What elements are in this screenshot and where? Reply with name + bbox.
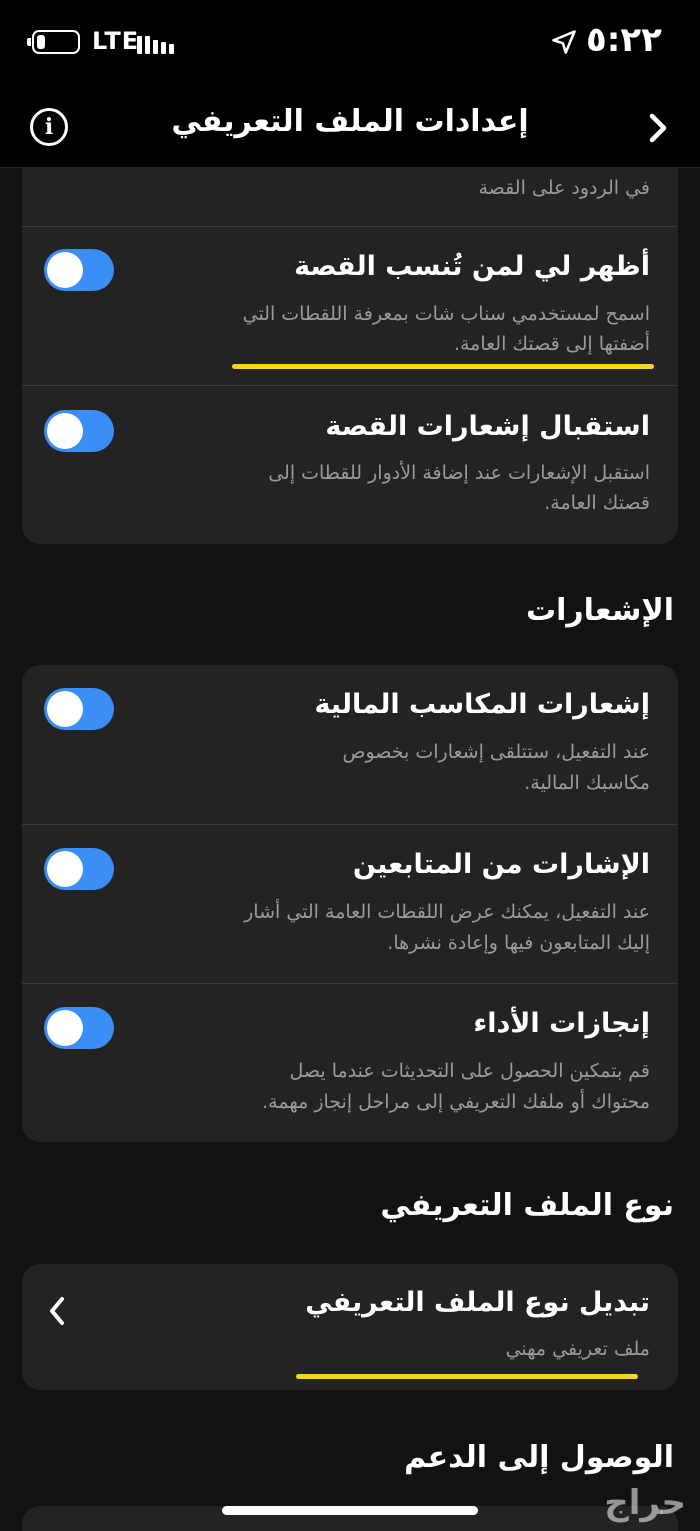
row-desc-line2: قصتك العامة. [544,492,650,514]
row-title: الإشارات من المتابعين [352,849,650,880]
financial-earnings-row: إشعارات المكاسب المالية عند التفعيل، ستت… [22,665,678,823]
story-attribution-toggle[interactable] [44,249,114,291]
row-title: استقبال إشعارات القصة [325,411,650,442]
row-desc-line2: محتواك أو ملفك التعريفي إلى مراحل إنجاز … [262,1091,650,1113]
section-header-profile-type: نوع الملف التعريفي [380,1188,674,1223]
profile-type-card[interactable]: تبديل نوع الملف التعريفي ملف تعريفي مهني [22,1264,678,1390]
row-desc-line1: اسمح لمستخدمي سناب شات بمعرفة اللقطات ال… [242,303,650,325]
status-bar: LTE ٥:٢٢ [0,0,700,88]
story-settings-card: في الردود على القصة أظهر لي لمن تُنسب ال… [22,168,678,544]
row-desc-line1: عند التفعيل، يمكنك عرض اللقطات العامة ال… [244,901,650,923]
financial-earnings-toggle[interactable] [44,688,114,730]
nav-bar: i إعدادات الملف التعريفي [0,88,700,168]
location-arrow-icon [552,30,576,54]
partial-row-desc: في الردود على القصة [478,177,651,199]
row-desc-line2: إليك المتابعون فيها وإعادة نشرها. [387,932,650,954]
settings-list[interactable]: في الردود على القصة أظهر لي لمن تُنسب ال… [0,168,700,1531]
row-desc-line1: استقبل الإشعارات عند إضافة الأدوار للقطا… [268,462,650,484]
chevron-left-icon [50,1297,64,1325]
story-attribution-row: أظهر لي لمن تُنسب القصة اسمح لمستخدمي سن… [22,227,678,385]
signal-bars-icon [137,28,177,54]
notifications-card: إشعارات المكاسب المالية عند التفعيل، ستت… [22,665,678,1142]
profile-type-value: ملف تعريفي مهني [505,1338,650,1360]
network-type: LTE [92,27,140,55]
row-title: إنجازات الأداء [473,1008,650,1039]
home-indicator[interactable] [222,1506,478,1515]
follower-mentions-toggle[interactable] [44,848,114,890]
performance-milestones-toggle[interactable] [44,1007,114,1049]
row-desc-line2: أضفتها إلى قصتك العامة. [453,333,650,355]
highlight-underline [232,364,654,369]
story-notifications-toggle[interactable] [44,410,114,452]
page-title: إعدادات الملف التعريفي [171,104,529,139]
section-header-notifications: الإشعارات [525,593,674,628]
performance-milestones-row: إنجازات الأداء قم بتمكين الحصول على التح… [22,984,678,1142]
section-header-support: الوصول إلى الدعم [404,1440,674,1475]
row-desc-line1: عند التفعيل، ستتلقى إشعارات بخصوص [342,741,650,763]
follower-mentions-row: الإشارات من المتابعين عند التفعيل، يمكنك… [22,825,678,983]
row-title: أظهر لي لمن تُنسب القصة [294,251,650,282]
battery-low-icon [27,30,80,54]
switch-profile-type-label: تبديل نوع الملف التعريفي [305,1287,650,1318]
back-chevron-icon[interactable] [638,108,678,148]
row-title: إشعارات المكاسب المالية [314,689,650,720]
highlight-underline [296,1374,638,1379]
story-notifications-row: استقبال إشعارات القصة استقبل الإشعارات ع… [22,386,678,544]
row-desc-line1: قم بتمكين الحصول على التحديثات عندما يصل [289,1060,650,1082]
watermark-logo: حراج [604,1483,686,1523]
clock: ٥:٢٢ [586,20,662,60]
row-desc-line2: مكاسبك المالية. [524,772,650,794]
